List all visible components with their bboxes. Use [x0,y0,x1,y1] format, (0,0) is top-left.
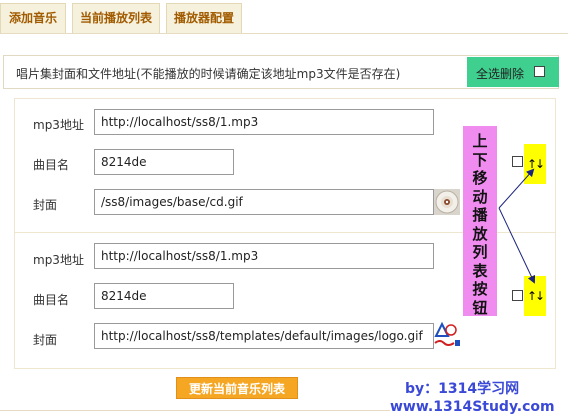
watermark-by: by：1314学习网 [405,381,520,397]
annotation-arrows [498,168,536,284]
arrow-down [498,207,536,284]
page-root: 添加音乐 当前播放列表 播放器配置 唱片集封面和文件地址(不能播放的时候请确定该… [0,0,568,419]
watermark-url: www.1314Study.com [390,399,555,415]
update-playlist-button[interactable]: 更新当前音乐列表 [176,377,298,399]
arrow-up [498,168,535,209]
bottom-divider [0,410,390,411]
